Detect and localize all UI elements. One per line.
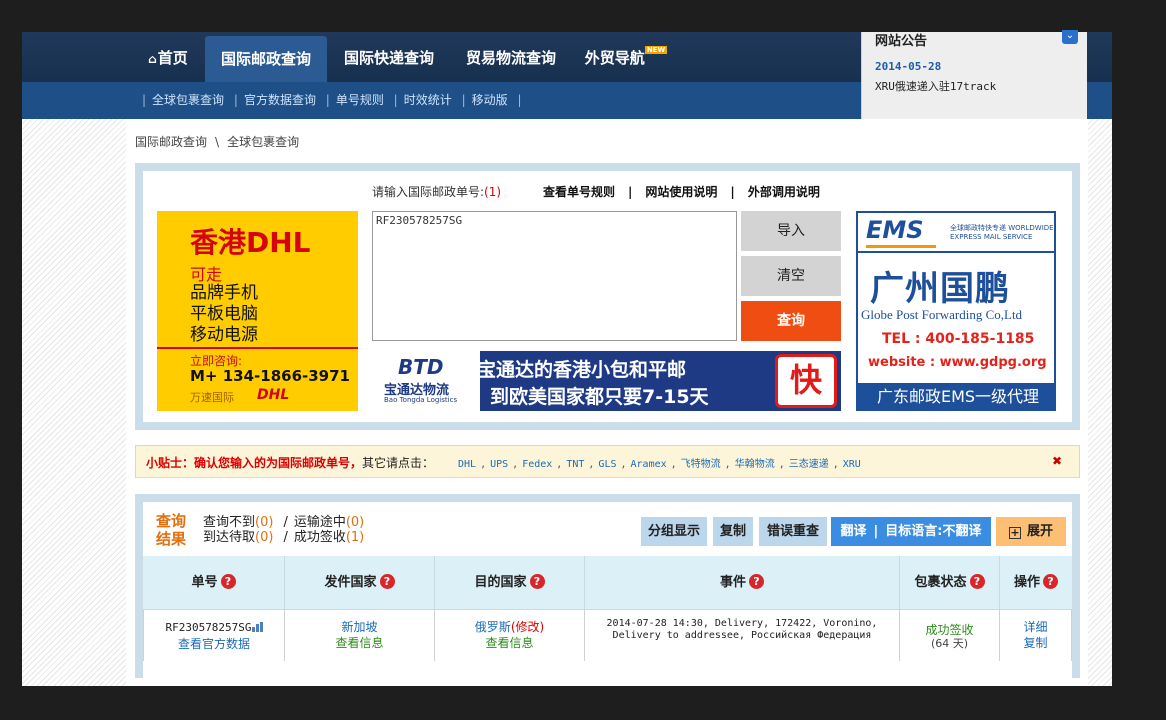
btd-ad-banner[interactable]: BTD 宝通达物流 Bao Tongda Logistics 宝通达的香港小包和…	[372, 351, 841, 411]
link-xru[interactable]: XRU	[843, 459, 861, 470]
help-icon[interactable]: ?	[379, 574, 395, 589]
recheck-button[interactable]: 错误重查	[759, 517, 827, 546]
dest-info-link[interactable]: 查看信息	[435, 635, 584, 651]
dhl-ad-banner[interactable]: 香港DHL 可走 品牌手机 平板电脑 移动电源 立即咨询: M+ 134-1866-…	[157, 211, 358, 411]
side-pattern-left	[22, 119, 126, 686]
subnav-global-parcel[interactable]: 全球包裹查询	[152, 93, 224, 107]
result-panel: 查询结果 查询不到(0) / 运输途中(0) 到达待取(0) / 成功签收(1) 分组显…	[135, 494, 1080, 678]
link-usage-guide[interactable]: 网站使用说明	[645, 185, 717, 199]
carrier-links: DHL, UPS, Fedex, TNT, GLS, Aramex, 飞特物流, 华翰物流, 三…	[458, 459, 861, 470]
side-pattern-right	[1088, 119, 1112, 686]
nav-home[interactable]: ⌂首页	[140, 32, 196, 82]
link-feite[interactable]: 飞特物流	[681, 459, 721, 470]
help-icon[interactable]: ?	[529, 574, 545, 589]
notice-title: 网站公告	[875, 34, 928, 49]
nav-trade-guide[interactable]: 外贸导航 NEW	[584, 32, 668, 82]
detail-link[interactable]: 详细	[1000, 619, 1071, 635]
col-status: 包裹状态?	[900, 556, 1000, 609]
subnav-mobile[interactable]: 移动版	[472, 93, 508, 107]
clear-button[interactable]: 清空	[741, 256, 841, 296]
nav-intl-post[interactable]: 国际邮政查询	[205, 36, 327, 82]
breadcrumb: 国际邮政查询 \ 全球包裹查询	[135, 135, 300, 149]
btd-logo: BTD 宝通达物流 Bao Tongda Logistics	[372, 351, 480, 411]
link-external-api[interactable]: 外部调用说明	[748, 185, 820, 199]
subnav-official-data[interactable]: 官方数据查询	[244, 93, 316, 107]
target-language: 目标语言:不翻译	[885, 524, 982, 539]
new-badge: NEW	[644, 46, 668, 54]
expand-button[interactable]: + 展开	[996, 517, 1066, 546]
tip-label: 小贴士：确认您输入的为国际邮政单号，其它请点击：	[146, 456, 435, 470]
input-count: (1)	[484, 185, 502, 199]
cell-number: RF230578257SG 查看官方数据	[143, 610, 285, 661]
collapse-icon[interactable]: ⌄	[1062, 30, 1078, 44]
notice-panel: 网站公告 ⌄ 2014-05-28 XRU俄速递入驻17track	[861, 30, 1087, 119]
dhl-logo: DHL	[257, 387, 290, 403]
cell-origin: 新加坡 查看信息	[285, 610, 435, 661]
query-button[interactable]: 查询	[741, 301, 841, 341]
input-label: 请输入国际邮政单号:(1)	[372, 185, 502, 199]
plus-icon: +	[1008, 526, 1021, 539]
ems-ad-banner[interactable]: EMS 全球邮政特快专递 WORLDWIDE EXPRESS MAIL SERV…	[856, 211, 1056, 411]
col-origin: 发件国家?	[285, 556, 435, 609]
link-dhl[interactable]: DHL	[458, 459, 476, 470]
subnav-number-rules[interactable]: 单号规则	[336, 93, 384, 107]
link-fedex[interactable]: Fedex	[522, 459, 552, 470]
edit-destination-link[interactable]: (修改)	[511, 620, 544, 634]
link-ups[interactable]: UPS	[490, 459, 508, 470]
help-icon[interactable]: ?	[969, 574, 985, 589]
close-icon[interactable]: ✖	[1052, 454, 1062, 468]
subnav-timing-stats[interactable]: 时效统计	[404, 93, 452, 107]
link-aramex[interactable]: Aramex	[631, 459, 667, 470]
ems-logo: EMS	[866, 216, 924, 244]
help-icon[interactable]: ?	[220, 574, 236, 589]
cell-event: 2014-07-28 14:30, Delivery, 172422, Voro…	[585, 610, 900, 661]
col-number: 单号?	[143, 556, 285, 609]
tip-bar: 小贴士：确认您输入的为国际邮政单号，其它请点击： DHL, UPS, Fedex, T…	[135, 445, 1080, 478]
official-data-link[interactable]: 查看官方数据	[144, 636, 284, 652]
fast-badge: 快	[775, 354, 837, 408]
chart-icon[interactable]	[251, 622, 263, 632]
col-event: 事件?	[585, 556, 900, 609]
home-icon: ⌂	[148, 52, 157, 66]
col-destination: 目的国家?	[435, 556, 585, 609]
link-number-rules[interactable]: 查看单号规则	[543, 185, 615, 199]
help-icon[interactable]: ?	[1043, 574, 1058, 589]
copy-button[interactable]: 复制	[713, 517, 753, 546]
breadcrumb-current: 全球包裹查询	[227, 135, 300, 149]
import-button[interactable]: 导入	[741, 211, 841, 251]
result-title: 查询结果	[156, 512, 187, 548]
cell-actions: 详细 复制	[1000, 610, 1072, 661]
result-stats: 查询不到(0) / 运输途中(0) 到达待取(0) / 成功签收(1)	[203, 515, 365, 545]
translate-button[interactable]: 翻译 | 目标语言:不翻译	[831, 517, 991, 546]
row-copy-link[interactable]: 复制	[1000, 635, 1071, 651]
link-santai[interactable]: 三态速递	[789, 459, 829, 470]
col-actions: 操作?	[1000, 556, 1072, 609]
notice-date: 2014-05-28	[875, 60, 942, 73]
group-display-button[interactable]: 分组显示	[641, 517, 707, 546]
cell-status: 成功签收 (64 天)	[900, 610, 1000, 661]
link-gls[interactable]: GLS	[598, 459, 616, 470]
nav-intl-express[interactable]: 国际快递查询	[336, 32, 442, 82]
link-huahan[interactable]: 华翰物流	[735, 459, 775, 470]
link-tnt[interactable]: TNT	[566, 459, 584, 470]
notice-text[interactable]: XRU俄速递入驻17track	[875, 78, 996, 94]
tracking-number-input[interactable]: RF230578257SG	[372, 211, 737, 341]
origin-info-link[interactable]: 查看信息	[285, 635, 434, 651]
cell-destination: 俄罗斯(修改) 查看信息	[435, 610, 585, 661]
breadcrumb-root[interactable]: 国际邮政查询	[135, 135, 207, 149]
help-icon[interactable]: ?	[749, 574, 764, 589]
help-links: 查看单号规则 | 网站使用说明 | 外部调用说明	[543, 185, 820, 199]
search-panel: 请输入国际邮政单号:(1) 查看单号规则 | 网站使用说明 | 外部调用说明 香港DHL…	[135, 163, 1080, 430]
nav-trade-logistics[interactable]: 贸易物流查询	[458, 32, 564, 82]
